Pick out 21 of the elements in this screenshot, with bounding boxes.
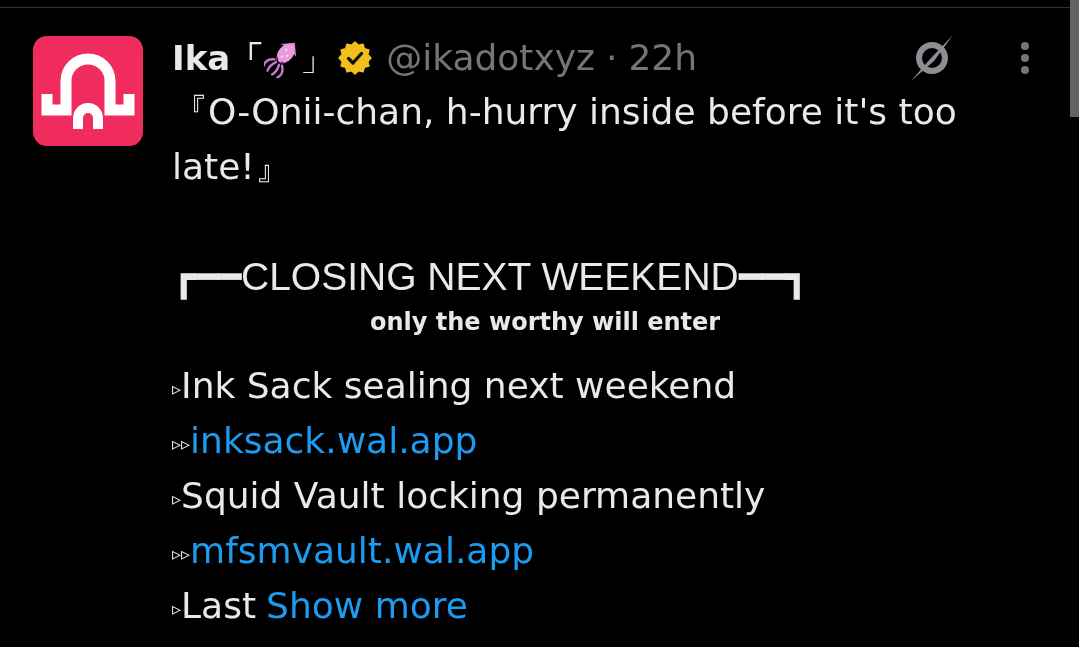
banner-subtitle: only the worthy will enter bbox=[370, 307, 721, 338]
line-text: Last bbox=[181, 584, 257, 628]
bullet-marker: ▹▹ bbox=[172, 544, 191, 564]
line-text: Squid Vault locking permanently bbox=[181, 474, 766, 518]
banner-title: ┏━━CLOSING NEXT WEEKEND━━┓ bbox=[172, 254, 808, 302]
bullet-marker: ▹ bbox=[172, 379, 182, 399]
bullet-marker: ▹▹ bbox=[172, 434, 191, 454]
separator: · bbox=[606, 36, 618, 80]
more-options-icon[interactable] bbox=[1020, 42, 1030, 74]
show-more-link[interactable]: Show more bbox=[266, 578, 468, 633]
link[interactable]: inksack.wal.app bbox=[190, 413, 478, 468]
user-handle: @ikadotxyz bbox=[386, 36, 595, 80]
bullet-marker: ▹ bbox=[172, 489, 182, 509]
line-text: Ink Sack sealing next weekend bbox=[181, 364, 737, 408]
bullet-marker: ▹ bbox=[172, 599, 182, 619]
name-bracket: 」 bbox=[300, 37, 335, 80]
display-name: Ika「 bbox=[172, 37, 265, 80]
post-text: 『O-Onii-chan, h-hurry inside before it's too late!』 bbox=[172, 90, 958, 189]
link[interactable]: mfsmvault.wal.app bbox=[190, 523, 535, 578]
scrollbar-thumb[interactable] bbox=[1070, 0, 1079, 117]
timestamp: 22h bbox=[628, 36, 698, 80]
